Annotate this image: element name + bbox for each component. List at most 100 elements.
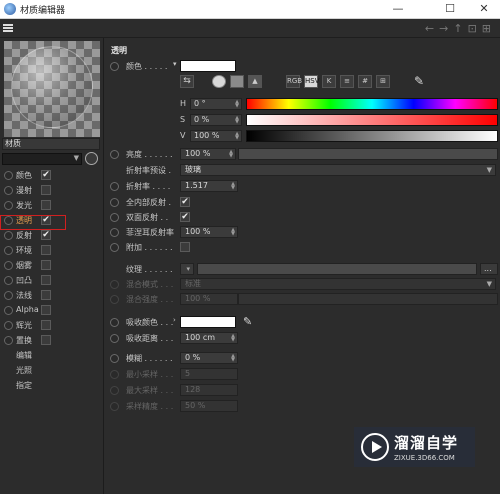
channel-color[interactable]: 颜色 ✔ (0, 168, 104, 183)
keyframe-radio-icon[interactable] (110, 150, 119, 159)
keyframe-radio-icon[interactable] (110, 213, 119, 222)
keyframe-radio-icon[interactable] (110, 243, 119, 252)
item-edit[interactable]: 编辑 (16, 350, 32, 361)
additive-checkbox[interactable] (180, 242, 190, 252)
spinner-icon[interactable]: ▲ ▼ (231, 334, 235, 343)
color-wheel-icon[interactable] (212, 75, 226, 88)
keyframe-radio-icon[interactable] (110, 334, 119, 343)
ior-preset-row: 折射率预设 . 玻璃 ▼ (104, 164, 500, 177)
app-icon (4, 3, 16, 15)
texture-slot[interactable] (197, 263, 477, 275)
item-assign[interactable]: 指定 (16, 380, 32, 391)
channel-checkbox[interactable]: ✔ (41, 170, 51, 180)
spinner-icon[interactable]: ▲ ▼ (231, 354, 235, 363)
channel-fog[interactable]: 烟雾 (0, 258, 104, 273)
blur-value: 0 % (185, 353, 201, 362)
channel-checkbox[interactable] (41, 185, 51, 195)
hsv-mode-button[interactable]: HSV (304, 75, 320, 88)
lock-icon[interactable]: ⊡ (468, 22, 482, 35)
maximize-button[interactable]: ☐ (434, 0, 466, 19)
swap-icon[interactable]: ⇆ (180, 75, 194, 88)
hash-icon[interactable]: # (358, 75, 372, 88)
channel-displacement[interactable]: 置换 (0, 333, 104, 348)
chevron-down-icon: ▼ (486, 166, 492, 174)
rgb-mode-button[interactable]: RGB (286, 75, 302, 88)
spectrum-icon[interactable] (230, 75, 244, 88)
ior-preset-dropdown[interactable]: 玻璃 ▼ (180, 164, 496, 176)
channel-checkbox[interactable] (41, 200, 51, 210)
minimize-button[interactable]: — (382, 0, 414, 19)
channel-alpha[interactable]: Alpha (0, 303, 104, 318)
spinner-icon[interactable]: ▲ ▼ (235, 116, 239, 125)
channel-normal[interactable]: 法线 (0, 288, 104, 303)
image-icon[interactable]: ▲ (248, 75, 262, 88)
channel-reflection[interactable]: 反射 ✔ (0, 228, 104, 243)
channel-checkbox[interactable] (41, 305, 51, 315)
channel-checkbox[interactable] (41, 320, 51, 330)
keyframe-radio-icon[interactable] (110, 354, 119, 363)
spinner-icon[interactable]: ▲ ▼ (231, 228, 235, 237)
keyframe-radio-icon[interactable] (110, 318, 119, 327)
eyedropper-icon[interactable]: ✎ (414, 74, 424, 88)
channel-diffusion[interactable]: 漫射 (0, 183, 104, 198)
material-preview[interactable] (4, 41, 100, 137)
channel-checkbox[interactable] (41, 245, 51, 255)
forward-arrow-icon[interactable]: → (439, 22, 453, 35)
new-panel-icon[interactable]: ⊞ (482, 22, 496, 35)
fresnel-field[interactable]: 100 % ▲ ▼ (180, 226, 238, 238)
spinner-icon[interactable]: ▲ ▼ (229, 150, 233, 159)
double-reflect-checkbox[interactable]: ✔ (180, 212, 190, 222)
swatches-icon[interactable]: ⊞ (376, 75, 390, 88)
additive-label: 附加 . . . . . . (126, 243, 173, 252)
value-slider[interactable] (246, 130, 498, 142)
mixer-icon[interactable]: ≡ (340, 75, 354, 88)
brightness-slider[interactable] (238, 148, 498, 160)
menu-icon[interactable] (3, 24, 13, 32)
watermark-url: ZIXUE.3D66.COM (394, 454, 455, 462)
channel-bump[interactable]: 凹凸 (0, 273, 104, 288)
keyframe-radio-icon[interactable] (110, 198, 119, 207)
section-title: 透明 (111, 46, 127, 55)
kelvin-mode-button[interactable]: K (322, 75, 336, 88)
chevron-right-icon[interactable]: › (173, 316, 176, 324)
spinner-icon[interactable]: ▲ ▼ (235, 100, 239, 109)
chevron-down-icon[interactable]: ▾ (173, 60, 177, 68)
spinner-icon[interactable]: ▲ ▼ (231, 182, 235, 191)
total-internal-checkbox[interactable]: ✔ (180, 197, 190, 207)
channel-luminance[interactable]: 发光 (0, 198, 104, 213)
channel-checkbox[interactable]: ✔ (41, 230, 51, 240)
color-swatch[interactable] (180, 60, 236, 72)
saturation-slider[interactable] (246, 114, 498, 126)
saturation-field[interactable]: 0 % ▲ ▼ (190, 114, 242, 126)
absorb-distance-field[interactable]: 100 cm ▲ ▼ (180, 332, 238, 344)
channel-checkbox[interactable] (41, 290, 51, 300)
hue-field[interactable]: 0 ° ▲ ▼ (190, 98, 242, 110)
channel-checkbox[interactable] (41, 260, 51, 270)
eyedropper-icon[interactable]: ✎ (243, 315, 252, 328)
blur-field[interactable]: 0 % ▲ ▼ (180, 352, 238, 364)
back-arrow-icon[interactable]: ← (425, 22, 439, 35)
keyframe-radio-icon[interactable] (110, 228, 119, 237)
channel-environment[interactable]: 环境 (0, 243, 104, 258)
picker-icon[interactable] (85, 152, 98, 165)
channel-glow[interactable]: 辉光 (0, 318, 104, 333)
hue-slider[interactable] (246, 98, 498, 110)
color-label: 颜色 . . . . . (126, 62, 168, 71)
close-button[interactable]: ✕ (468, 0, 500, 19)
preview-dropdown[interactable]: ▼ (2, 153, 82, 165)
item-illumination[interactable]: 光照 (16, 365, 32, 376)
channel-checkbox[interactable] (41, 335, 51, 345)
brightness-field[interactable]: 100 % ▲ ▼ (180, 148, 236, 160)
texture-browse-button[interactable]: ... (480, 263, 498, 275)
keyframe-radio-icon[interactable] (110, 62, 119, 71)
value-field[interactable]: 100 % ▲ ▼ (190, 130, 242, 142)
channel-checkbox[interactable] (41, 275, 51, 285)
keyframe-radio-icon[interactable] (110, 182, 119, 191)
spinner-icon[interactable]: ▲ ▼ (235, 132, 239, 141)
ior-field[interactable]: 1.517 ▲ ▼ (180, 180, 238, 192)
texture-menu-button[interactable]: ▾ (180, 263, 194, 275)
material-name[interactable]: 材质 (2, 138, 100, 150)
mix-strength-label: 混合强度 . . . (126, 295, 174, 304)
absorb-color-swatch[interactable] (180, 316, 236, 328)
up-arrow-icon[interactable]: ↑ (453, 22, 467, 35)
